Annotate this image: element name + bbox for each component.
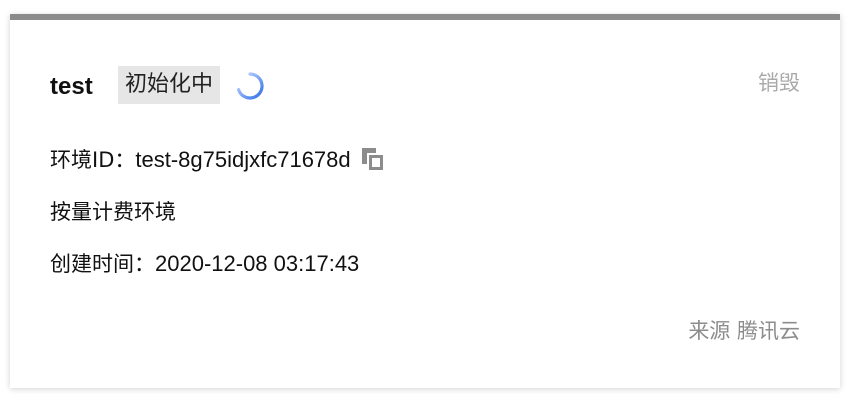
environment-id-value: test-8g75idjxfc71678d [135,147,351,172]
created-time-label: 创建时间： [50,252,155,276]
card-top-bar [10,14,840,20]
environment-id-row: 环境ID：test-8g75idjxfc71678d [50,145,385,175]
status-badge: 初始化中 [118,66,221,104]
environment-name: test [50,73,93,100]
billing-type: 按量计费环境 [50,200,176,224]
environment-id-label: 环境ID： [50,148,136,172]
source-info: 来源 腾讯云 [688,316,800,346]
source-label: 来源 [688,319,731,343]
source-value: 腾讯云 [737,319,800,343]
environment-card: test 初始化中 销毁 环境ID：test-8g75idjxfc71678d … [10,14,840,388]
destroy-button[interactable]: 销毁 [758,68,800,98]
loading-spinner-icon [237,72,264,100]
copy-icon[interactable] [361,147,385,171]
created-time-row: 创建时间：2020-12-08 03:17:43 [50,249,359,279]
created-time-value: 2020-12-08 03:17:43 [155,251,360,276]
